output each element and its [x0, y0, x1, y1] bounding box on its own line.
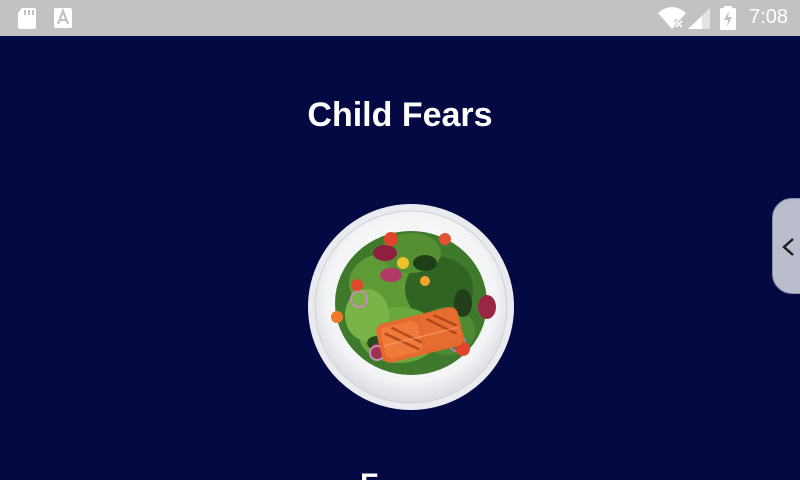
page-title: Child Fears — [307, 96, 493, 134]
chevron-left-icon — [781, 237, 795, 262]
wifi-off-icon — [658, 7, 686, 34]
sd-card-icon — [18, 8, 36, 34]
keyboard-a-icon — [54, 7, 72, 33]
status-bar: 7:08 — [0, 0, 800, 36]
signal-icon — [688, 8, 710, 34]
status-clock: 7:08 — [749, 6, 788, 28]
next-section-heading: F — [360, 470, 378, 480]
app-screen: 7:08 Child Fears — [0, 0, 800, 480]
drawer-toggle-button[interactable] — [772, 198, 800, 294]
battery-charging-icon — [720, 6, 736, 35]
salad-plate-image — [307, 203, 515, 411]
